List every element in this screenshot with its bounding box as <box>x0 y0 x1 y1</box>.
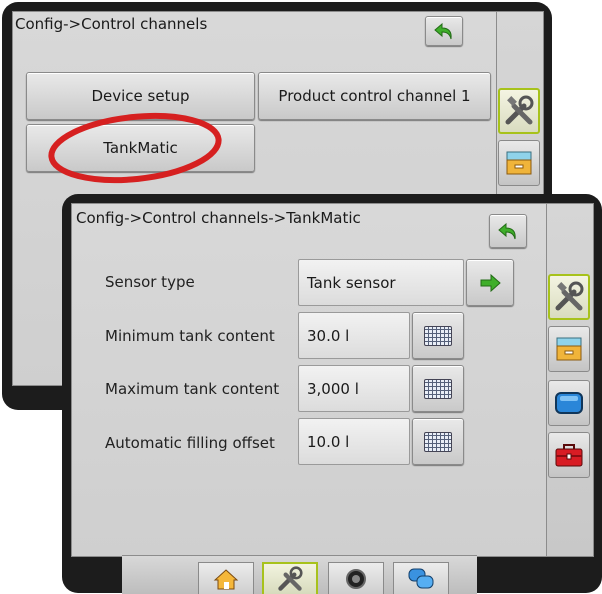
maximum-tank-content-keyboard-button[interactable] <box>412 365 464 412</box>
keyboard-icon <box>424 378 452 399</box>
tools-icon <box>505 95 534 125</box>
side-tab-toolbox[interactable] <box>548 432 590 478</box>
maximum-tank-content-field[interactable]: 3,000 l <box>298 365 410 412</box>
green-arrow-right-icon <box>480 273 501 292</box>
undo-arrow-icon <box>434 22 452 40</box>
keyboard-icon <box>424 431 452 452</box>
device-setup-button[interactable]: Device setup <box>26 72 255 120</box>
nav-home[interactable] <box>198 562 254 594</box>
blue-screen-icon <box>555 392 583 414</box>
side-tab-tools[interactable] <box>548 274 590 320</box>
camera-icon <box>346 568 366 589</box>
product-control-channel-button[interactable]: Product control channel 1 <box>258 72 491 120</box>
nav-tools[interactable] <box>262 562 318 594</box>
tools-icon <box>555 281 584 311</box>
side-tab-display[interactable] <box>548 380 590 426</box>
minimum-tank-content-label: Minimum tank content <box>105 327 275 345</box>
back-button[interactable] <box>425 16 463 46</box>
nav-messages[interactable] <box>393 562 449 594</box>
maximum-tank-content-label: Maximum tank content <box>105 380 280 398</box>
back-side-tab-tools[interactable] <box>498 88 540 134</box>
storage-drawer-icon <box>556 337 582 361</box>
front-breadcrumb: Config->Control channels->TankMatic <box>76 209 361 227</box>
sensor-type-next-button[interactable] <box>466 259 514 306</box>
back-breadcrumb: Config->Control channels <box>15 15 208 33</box>
automatic-filling-offset-label: Automatic filling offset <box>105 434 275 452</box>
minimum-tank-content-keyboard-button[interactable] <box>412 312 464 359</box>
side-tab-storage[interactable] <box>548 326 590 372</box>
tankmatic-button[interactable]: TankMatic <box>26 124 255 172</box>
front-screen-frame: Config->Control channels->TankMatic Sens… <box>62 194 602 593</box>
bottom-nav-bar <box>122 555 477 594</box>
undo-arrow-icon <box>498 222 516 240</box>
chat-bubbles-icon <box>408 568 434 588</box>
automatic-filling-offset-keyboard-button[interactable] <box>412 418 464 465</box>
home-icon <box>213 568 239 589</box>
storage-drawer-icon <box>506 151 532 175</box>
tools-icon <box>278 566 303 591</box>
automatic-filling-offset-field[interactable]: 10.0 l <box>298 418 410 465</box>
front-back-button[interactable] <box>489 214 527 248</box>
nav-camera[interactable] <box>328 562 384 594</box>
keyboard-icon <box>424 325 452 346</box>
back-side-tab-storage[interactable] <box>498 140 540 186</box>
sensor-type-label: Sensor type <box>105 273 195 291</box>
minimum-tank-content-field[interactable]: 30.0 l <box>298 312 410 359</box>
red-toolbox-icon <box>555 444 583 467</box>
sensor-type-field[interactable]: Tank sensor <box>298 259 464 306</box>
